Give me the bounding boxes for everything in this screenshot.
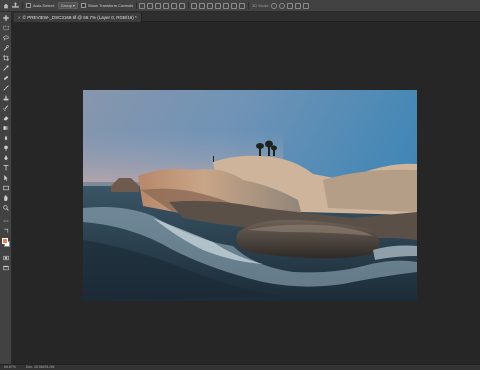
more-tools-icon[interactable] — [2, 217, 10, 224]
show-transform-checkbox[interactable] — [80, 3, 86, 8]
history-brush-tool-icon[interactable] — [2, 104, 10, 111]
auto-align-icon[interactable] — [239, 2, 246, 9]
show-transform-label: Show Transform Controls — [87, 3, 134, 8]
distribute-bottom-icon[interactable] — [207, 2, 214, 9]
foreground-color-swatch[interactable] — [2, 238, 8, 244]
distribute-left-icon[interactable] — [215, 2, 222, 9]
document-tab-title: © PREVIEW-_DSC3169.tif @ 66.7% (Layer 0,… — [22, 15, 137, 20]
dodge-tool-icon[interactable] — [2, 144, 10, 151]
quick-select-tool-icon[interactable] — [2, 44, 10, 51]
align-top-icon[interactable] — [139, 2, 146, 9]
auto-select-checkbox[interactable] — [26, 3, 31, 8]
auto-select-label: Auto-Select: — [33, 3, 55, 8]
zoom-tool-icon[interactable] — [2, 204, 10, 211]
crop-tool-icon[interactable] — [2, 54, 10, 61]
show-transform-option[interactable]: Show Transform Controls — [80, 3, 134, 8]
scale-3d-icon[interactable] — [303, 2, 310, 9]
align-middle-icon[interactable] — [147, 2, 154, 9]
zoom-readout[interactable]: 66.67% — [4, 365, 16, 370]
align-right-icon[interactable] — [179, 2, 186, 9]
slide-3d-icon[interactable] — [295, 2, 302, 9]
chevron-down-icon: ▾ — [72, 3, 75, 8]
path-select-tool-icon[interactable] — [2, 174, 10, 181]
pan-3d-icon[interactable] — [287, 2, 294, 9]
swap-colors-icon[interactable] — [2, 227, 10, 234]
spot-heal-tool-icon[interactable] — [2, 74, 10, 81]
auto-select-target-dropdown[interactable]: Group ▾ — [57, 2, 78, 9]
toolbar — [0, 12, 12, 364]
separator — [188, 2, 190, 9]
separator — [136, 2, 138, 9]
hand-tool-icon[interactable] — [2, 194, 10, 201]
auto-select-option[interactable]: Auto-Select: — [26, 3, 55, 8]
blur-tool-icon[interactable] — [2, 134, 10, 141]
coastal-rocks-photo — [83, 90, 417, 301]
document-tab[interactable]: × © PREVIEW-_DSC3169.tif @ 66.7% (Layer 0… — [14, 13, 142, 22]
separator — [248, 2, 250, 9]
brush-tool-icon[interactable] — [2, 84, 10, 91]
distribute-top-icon[interactable] — [191, 2, 198, 9]
pen-tool-icon[interactable] — [2, 154, 10, 161]
auto-select-target-value: Group — [60, 3, 72, 8]
distribute-center-icon[interactable] — [223, 2, 230, 9]
roll-3d-icon[interactable] — [279, 2, 286, 9]
distribute-right-icon[interactable] — [231, 2, 238, 9]
marquee-tool-icon[interactable] — [2, 24, 10, 31]
shape-tool-icon[interactable] — [2, 184, 10, 191]
status-bar: 66.67% Doc: 45.5M/91.0M — [0, 364, 480, 370]
eraser-tool-icon[interactable] — [2, 114, 10, 121]
move-tool-preset[interactable] — [12, 2, 19, 9]
document-tab-bar: × © PREVIEW-_DSC3169.tif @ 66.7% (Layer 0… — [12, 12, 480, 22]
close-icon[interactable]: × — [18, 15, 21, 20]
separator — [22, 2, 23, 9]
align-bottom-icon[interactable] — [155, 2, 162, 9]
align-center-icon[interactable] — [171, 2, 178, 9]
align-left-icon[interactable] — [163, 2, 170, 9]
orbit-3d-icon[interactable] — [271, 2, 278, 9]
eyedropper-tool-icon[interactable] — [2, 64, 10, 71]
options-bar: Auto-Select: Group ▾ Show Transform Cont… — [0, 0, 480, 12]
quick-mask-icon[interactable] — [2, 254, 10, 261]
gradient-tool-icon[interactable] — [2, 124, 10, 131]
home-icon[interactable] — [3, 3, 9, 9]
screen-mode-icon[interactable] — [2, 264, 10, 271]
move-tool-icon[interactable] — [2, 14, 10, 21]
lasso-tool-icon[interactable] — [2, 34, 10, 41]
clone-stamp-tool-icon[interactable] — [2, 94, 10, 101]
canvas-area[interactable] — [12, 23, 480, 364]
doc-info: Doc: 45.5M/91.0M — [25, 365, 55, 369]
distribute-middle-icon[interactable] — [199, 2, 206, 9]
type-tool-icon[interactable] — [2, 164, 10, 171]
mode-3d-label: 3D Mode: — [252, 3, 270, 8]
document-image[interactable] — [83, 90, 417, 301]
